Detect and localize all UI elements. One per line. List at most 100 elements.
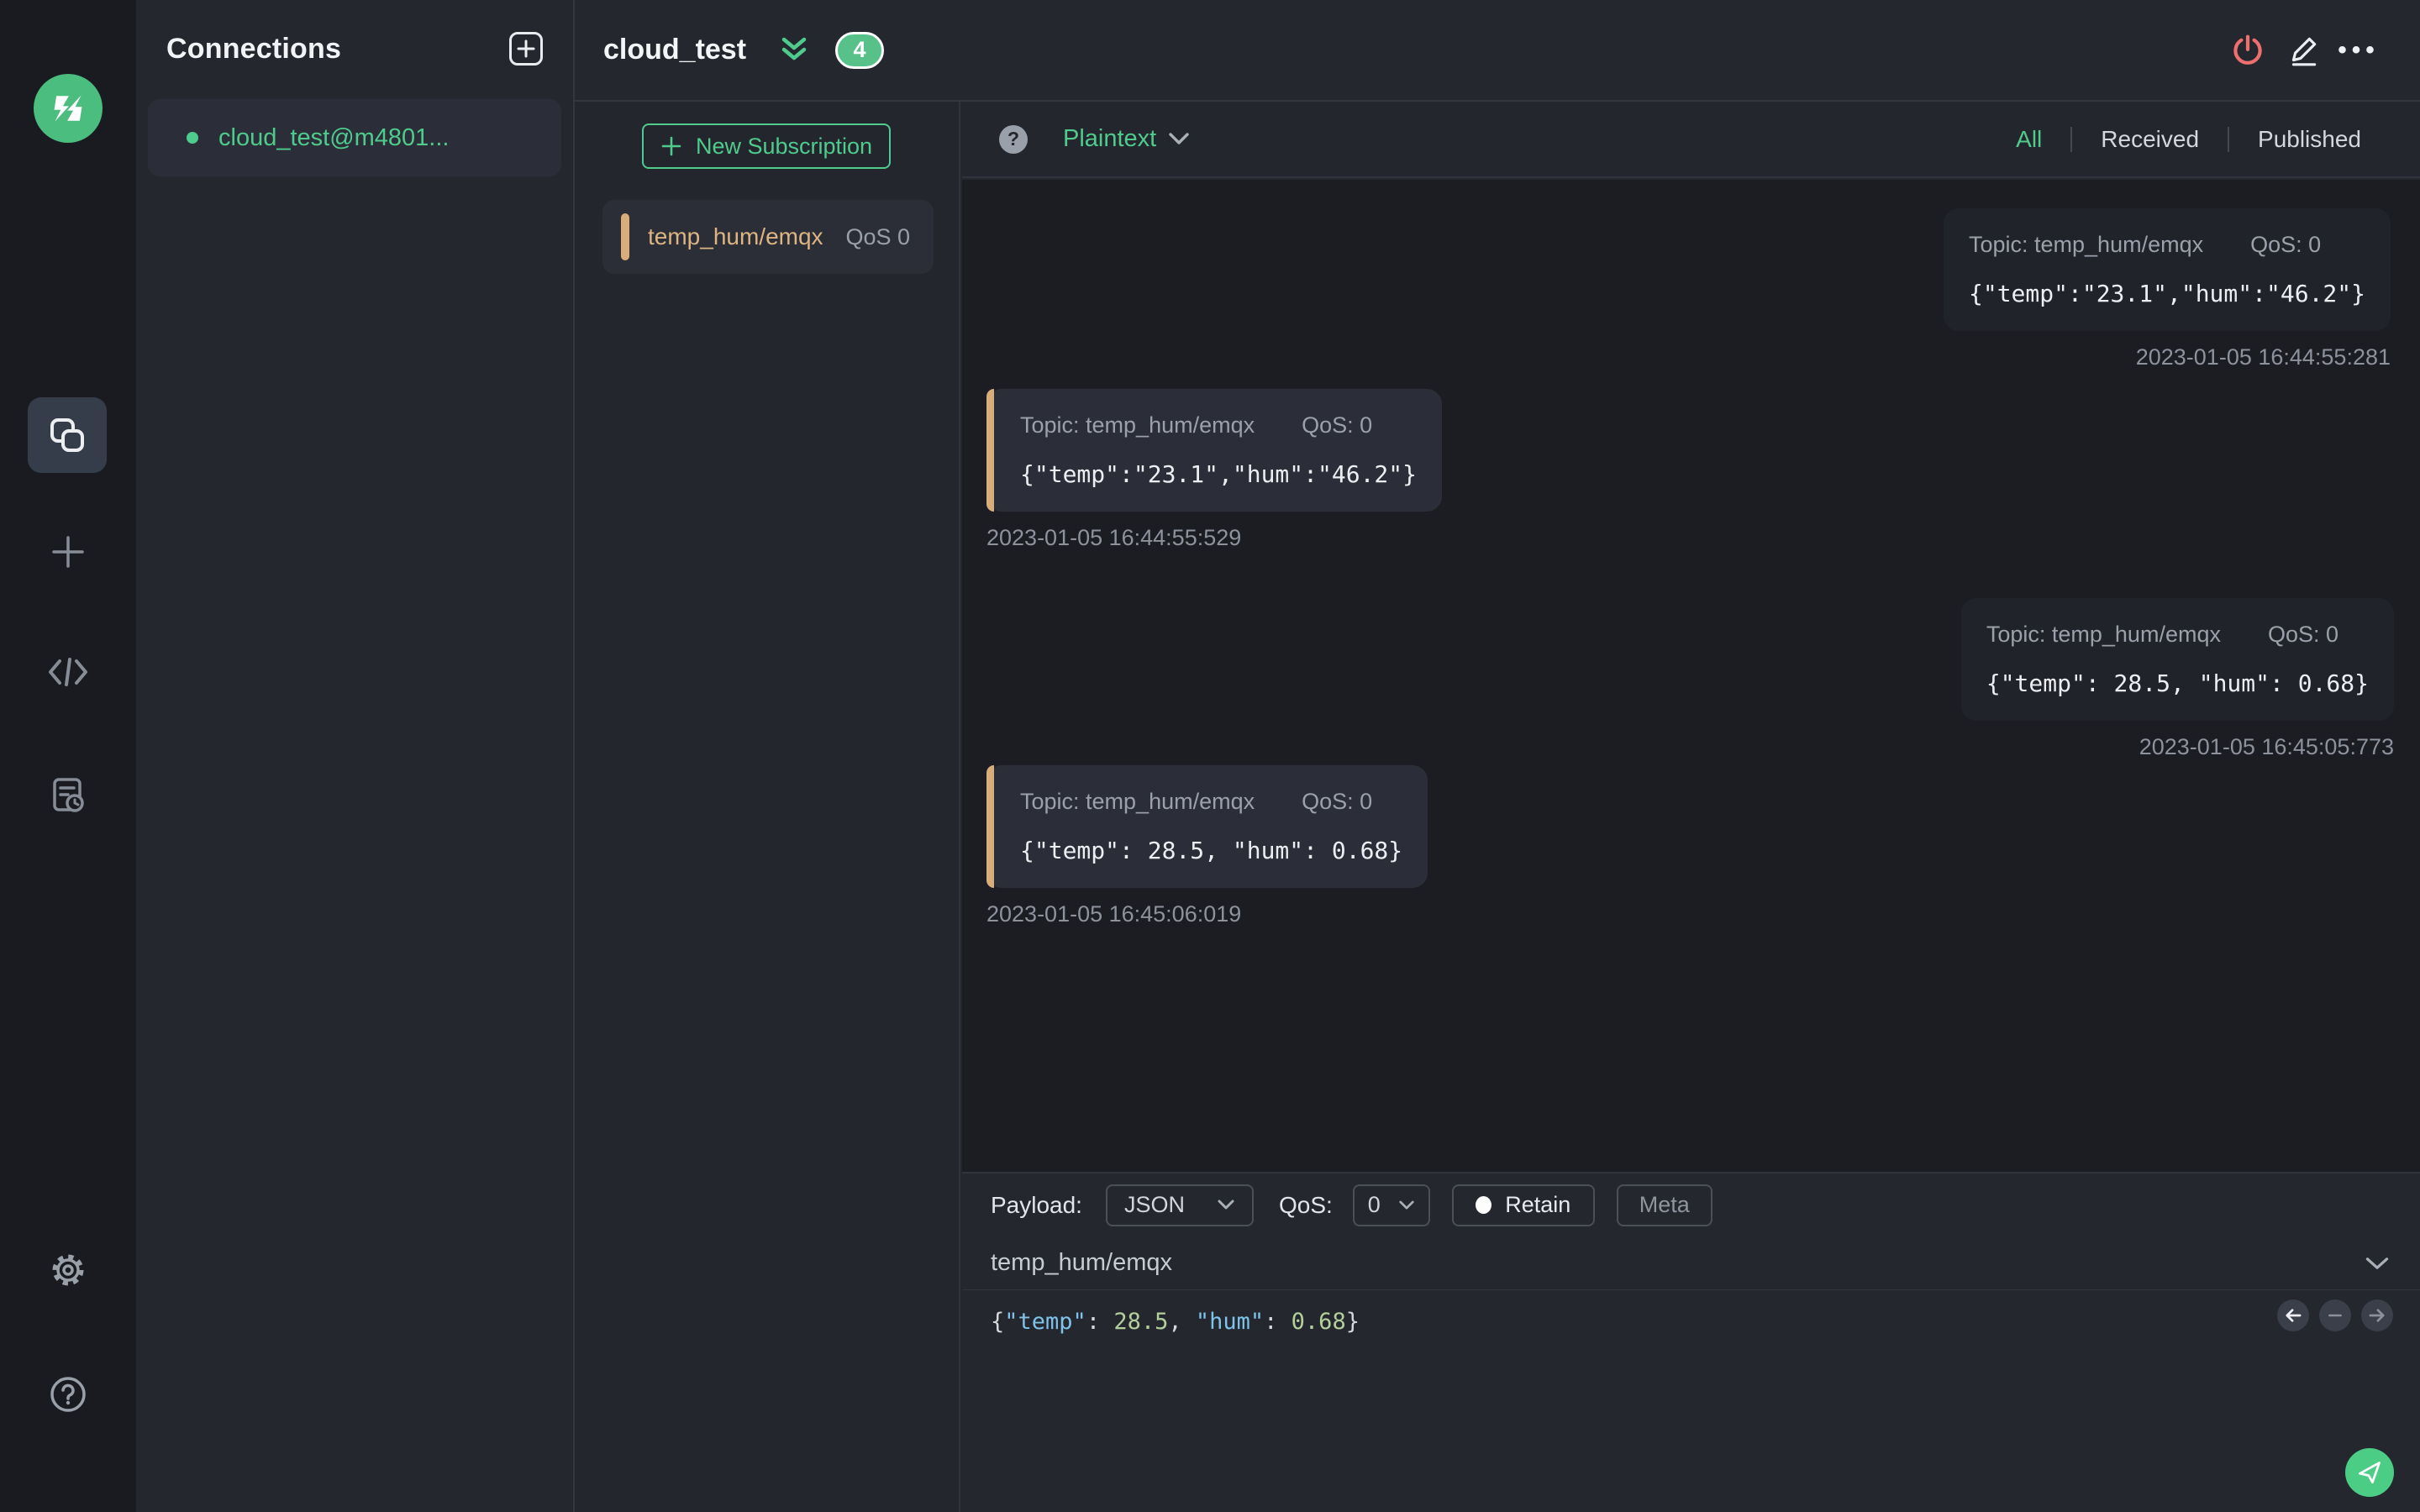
message-payload: {"temp":"23.1","hum":"46.2"}	[1020, 460, 1418, 488]
retain-dot-icon	[1476, 1196, 1492, 1214]
meta-button[interactable]: Meta	[1616, 1184, 1712, 1226]
payload-format-select[interactable]: JSON	[1105, 1184, 1254, 1226]
more-options-button[interactable]: •••	[2331, 25, 2386, 76]
message-received: Topic: temp_hum/emqx QoS: 0 {"temp":"23.…	[986, 389, 1443, 551]
collapse-publish-chevron-icon[interactable]	[2365, 1256, 2390, 1271]
gear-icon	[52, 1254, 84, 1286]
qos-value: 0	[1367, 1192, 1381, 1217]
connections-title: Connections	[166, 32, 342, 65]
payload-format-value: JSON	[1123, 1192, 1185, 1217]
arrow-left-icon	[2286, 1309, 2302, 1322]
mqttx-logo-icon	[54, 95, 82, 122]
message-received: Topic: temp_hum/emqx QoS: 0 {"temp": 28.…	[986, 765, 1428, 927]
payload-token: :	[1264, 1309, 1292, 1335]
history-back-button[interactable]	[2277, 1299, 2309, 1331]
message-payload: {"temp": 28.5, "hum": 0.68}	[1020, 837, 1403, 864]
history-clear-button[interactable]	[2319, 1299, 2351, 1331]
message-qos: QoS: 0	[2250, 232, 2322, 257]
message-card[interactable]: Topic: temp_hum/emqx QoS: 0 {"temp": 28.…	[986, 765, 1428, 888]
send-plane-icon	[2359, 1462, 2381, 1483]
sidebar-item-script[interactable]	[0, 632, 136, 712]
view-format-select[interactable]: Plaintext	[1063, 125, 1156, 153]
minus-icon	[2328, 1314, 2342, 1317]
help-icon	[50, 1377, 86, 1412]
message-timestamp: 2023-01-05 16:45:05:773	[2139, 734, 2394, 759]
double-chevron-down-icon	[781, 37, 807, 60]
publish-panel: Payload: JSON QoS: 0 Retain Meta temp_hu…	[962, 1172, 2420, 1512]
tab-published[interactable]: Published	[2229, 126, 2390, 153]
tab-received[interactable]: Received	[2072, 126, 2228, 153]
chevron-down-icon	[1399, 1200, 1414, 1210]
retain-label: Retain	[1505, 1192, 1571, 1217]
settings-button[interactable]	[0, 1230, 136, 1310]
history-forward-button[interactable]	[2361, 1299, 2393, 1331]
message-card[interactable]: Topic: temp_hum/emqx QoS: 0 {"temp":"23.…	[986, 389, 1443, 512]
retain-toggle[interactable]: Retain	[1451, 1184, 1595, 1226]
message-topic: Topic: temp_hum/emqx	[1020, 412, 1255, 438]
main-area: cloud_test 4 ••• New Subscription temp_h…	[573, 0, 2420, 1512]
subscriptions-column: New Subscription temp_hum/emqx QoS 0	[575, 102, 960, 1512]
ellipsis-icon: •••	[2338, 35, 2380, 64]
subscription-qos: QoS 0	[845, 223, 910, 249]
add-connection-button[interactable]	[509, 32, 543, 66]
chevron-down-icon	[1218, 1200, 1234, 1210]
messages-toolbar: ? Plaintext All Received Published	[962, 102, 2420, 178]
icon-rail	[0, 0, 136, 1512]
topic-input-row: temp_hum/emqx	[962, 1236, 2420, 1290]
payload-format-label: Payload:	[991, 1191, 1082, 1218]
arrow-right-icon	[2369, 1309, 2385, 1322]
payload-token: }	[1345, 1309, 1360, 1335]
qos-select[interactable]: 0	[1352, 1184, 1430, 1226]
payload-editor[interactable]: {"temp": 28.5, "hum": 0.68}	[962, 1290, 2420, 1353]
connections-icon	[50, 418, 84, 452]
help-button[interactable]	[0, 1354, 136, 1435]
disconnect-button[interactable]	[2220, 25, 2275, 76]
payload-token: :	[1086, 1309, 1114, 1335]
page-title: cloud_test	[603, 34, 747, 66]
collapse-connection-button[interactable]	[778, 35, 810, 66]
payload-token: {	[991, 1309, 1005, 1335]
connection-list-item[interactable]: cloud_test@m4801...	[148, 99, 561, 176]
message-list[interactable]: Topic: temp_hum/emqx QoS: 0 {"temp":"23.…	[962, 180, 2420, 1172]
publish-toolbar: Payload: JSON QoS: 0 Retain Meta	[962, 1173, 2420, 1236]
sidebar-item-log[interactable]	[0, 755, 136, 836]
message-timestamp: 2023-01-05 16:44:55:529	[986, 525, 1242, 550]
payload-token: "hum"	[1195, 1309, 1265, 1335]
messages-pane: ? Plaintext All Received Published Topic…	[962, 102, 2420, 1512]
chevron-down-icon[interactable]	[1168, 132, 1190, 147]
new-subscription-button[interactable]: New Subscription	[642, 123, 891, 169]
plus-icon	[517, 39, 535, 58]
message-card[interactable]: Topic: temp_hum/emqx QoS: 0 {"temp":"23.…	[1943, 208, 2391, 331]
payload-token: ,	[1168, 1309, 1196, 1335]
plus-icon	[661, 136, 681, 156]
sidebar-item-new-connection[interactable]	[0, 512, 136, 592]
edit-connection-button[interactable]	[2275, 25, 2331, 76]
message-qos: QoS: 0	[1302, 412, 1373, 438]
plus-icon	[52, 536, 84, 568]
tab-all[interactable]: All	[1987, 126, 2070, 153]
connections-panel: Connections cloud_test@m4801...	[136, 0, 573, 1512]
message-color-bar	[986, 389, 994, 512]
message-color-bar	[986, 765, 994, 888]
message-payload: {"temp": 28.5, "hum": 0.68}	[1986, 669, 2369, 697]
power-icon	[2233, 34, 2262, 65]
payload-token: 28.5	[1113, 1309, 1169, 1335]
payload-format-help-icon[interactable]: ?	[999, 124, 1028, 154]
send-button[interactable]	[2345, 1448, 2394, 1497]
message-topic: Topic: temp_hum/emqx	[1020, 789, 1255, 814]
sidebar-item-connections[interactable]	[28, 397, 107, 473]
message-qos: QoS: 0	[2267, 622, 2339, 647]
message-filter-tabs: All Received Published	[1987, 126, 2390, 153]
message-card[interactable]: Topic: temp_hum/emqx QoS: 0 {"temp": 28.…	[1960, 598, 2394, 721]
subscription-item[interactable]: temp_hum/emqx QoS 0	[602, 200, 934, 274]
message-history-nav	[2277, 1299, 2393, 1331]
subscription-topic: temp_hum/emqx	[648, 223, 823, 249]
message-timestamp: 2023-01-05 16:44:55:281	[2135, 344, 2391, 370]
log-icon	[53, 778, 84, 812]
topic-input[interactable]: temp_hum/emqx	[991, 1249, 2365, 1277]
meta-label: Meta	[1639, 1192, 1690, 1217]
payload-token: "temp"	[1004, 1309, 1086, 1335]
pencil-icon	[2291, 37, 2317, 66]
subscription-color-bar	[621, 213, 629, 260]
qos-label: QoS:	[1278, 1191, 1333, 1218]
